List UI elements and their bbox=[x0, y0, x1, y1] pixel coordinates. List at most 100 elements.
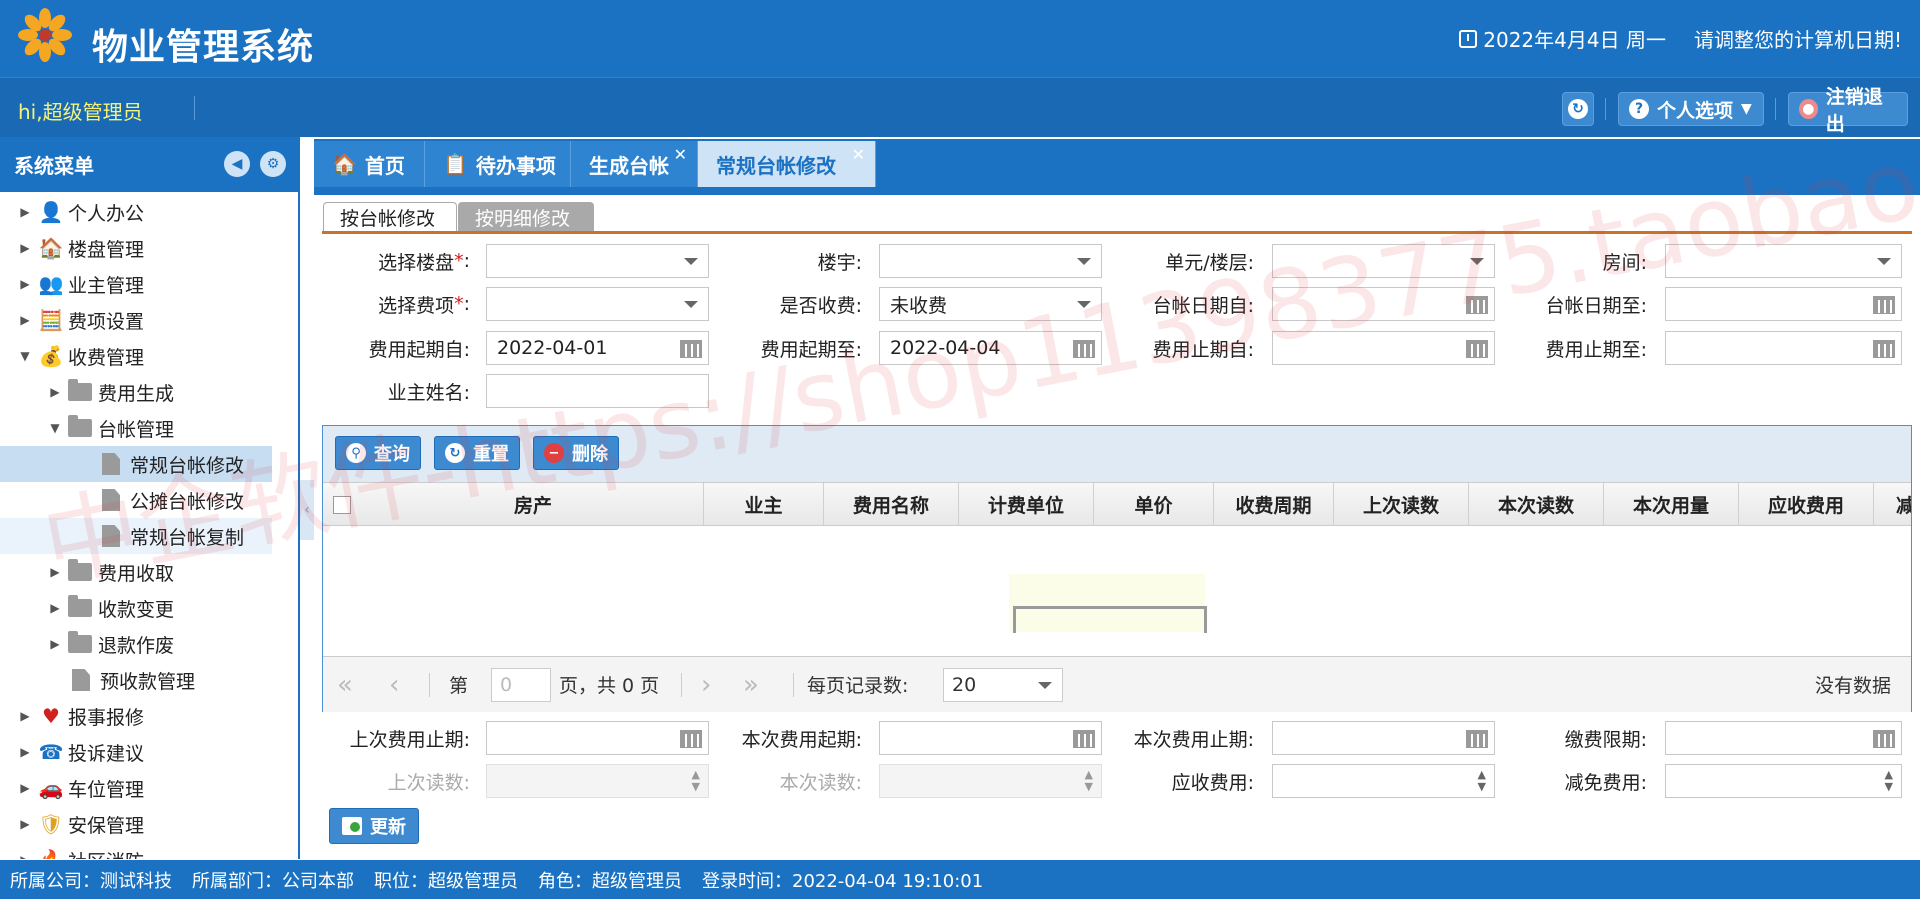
menu-item-shared-ledger-edit[interactable]: 公摊台帐修改 bbox=[0, 482, 298, 518]
expand-arrow-icon[interactable]: ▶ bbox=[18, 781, 32, 795]
logout-button[interactable]: ● 注销退出 bbox=[1788, 86, 1908, 135]
expand-arrow-icon[interactable]: ▶ bbox=[48, 565, 62, 579]
calendar-icon[interactable] bbox=[1873, 730, 1895, 748]
subtab-by-ledger[interactable]: 按台帐修改 bbox=[323, 202, 457, 232]
fee-start-from-input[interactable]: 2022-04-01 bbox=[486, 331, 709, 365]
menu-item-personal-office[interactable]: ▶ 👤 个人办公 bbox=[0, 194, 298, 230]
menu-item-ledger-management[interactable]: ▼ 台帐管理 bbox=[0, 410, 298, 446]
expand-arrow-icon[interactable]: ▶ bbox=[18, 817, 32, 831]
tab-generate-ledger[interactable]: 生成台帐 ✕ bbox=[571, 141, 698, 187]
tab-todo[interactable]: 📋 待办事项 bbox=[425, 141, 571, 187]
gear-icon[interactable]: ⚙ bbox=[260, 151, 286, 177]
column-header-price[interactable]: 单价 bbox=[1094, 483, 1214, 525]
per-page-select[interactable]: 20 bbox=[943, 668, 1063, 702]
menu-item-fire[interactable]: ▶ 🔥 社区消防 bbox=[0, 842, 298, 859]
query-button[interactable]: ⚲ 查询 bbox=[335, 436, 421, 470]
fee-item-select[interactable] bbox=[486, 287, 709, 321]
spinner-icon[interactable]: ▲ ▼ bbox=[1478, 769, 1486, 793]
collapse-arrow-icon[interactable]: ▼ bbox=[48, 421, 62, 435]
select-all-checkbox[interactable] bbox=[333, 496, 351, 514]
expand-arrow-icon[interactable]: ▶ bbox=[48, 385, 62, 399]
menu-item-fee-settings[interactable]: ▶ 🧮 费项设置 bbox=[0, 302, 298, 338]
sidebar-collapse-handle[interactable]: ‹ bbox=[300, 480, 314, 540]
spinner-icon[interactable]: ▲ ▼ bbox=[1885, 769, 1893, 793]
menu-item-refund-void[interactable]: ▶ 退款作废 bbox=[0, 626, 298, 662]
tab-home[interactable]: 🏠 首页 bbox=[314, 141, 425, 187]
this-fee-start-input[interactable] bbox=[879, 721, 1102, 755]
owner-name-input[interactable] bbox=[486, 374, 709, 408]
ledger-date-to-input[interactable] bbox=[1665, 287, 1902, 321]
column-header-owner[interactable]: 业主 bbox=[704, 483, 824, 525]
menu-item-fee-collect[interactable]: ▶ 费用收取 bbox=[0, 554, 298, 590]
last-page-icon[interactable]: » bbox=[743, 670, 759, 700]
calendar-icon[interactable] bbox=[1466, 730, 1488, 748]
menu-item-regular-ledger-copy[interactable]: 常规台帐复制 bbox=[0, 518, 272, 554]
column-header-last-reading[interactable]: 上次读数 bbox=[1334, 483, 1469, 525]
calendar-icon[interactable] bbox=[1466, 296, 1488, 314]
fee-start-to-input[interactable]: 2022-04-04 bbox=[879, 331, 1102, 365]
calendar-icon[interactable] bbox=[1073, 340, 1095, 358]
column-header-usage[interactable]: 本次用量 bbox=[1604, 483, 1739, 525]
personal-options-button[interactable]: ? 个人选项 ▼ bbox=[1618, 92, 1764, 126]
calendar-icon[interactable] bbox=[1466, 340, 1488, 358]
calendar-icon[interactable] bbox=[680, 730, 702, 748]
collapse-left-icon[interactable]: ◀ bbox=[224, 151, 250, 177]
expand-arrow-icon[interactable]: ▶ bbox=[18, 853, 32, 859]
ledger-date-from-input[interactable] bbox=[1272, 287, 1495, 321]
column-header-this-reading[interactable]: 本次读数 bbox=[1469, 483, 1604, 525]
estate-select[interactable] bbox=[486, 244, 709, 278]
unit-floor-select[interactable] bbox=[1272, 244, 1495, 278]
menu-item-repair[interactable]: ▶ ♥ 报事报修 bbox=[0, 698, 298, 734]
menu-item-regular-ledger-edit[interactable]: 常规台帐修改 bbox=[0, 446, 272, 482]
menu-item-estate[interactable]: ▶ 🏠 楼盘管理 bbox=[0, 230, 298, 266]
last-fee-end-input[interactable] bbox=[486, 721, 709, 755]
collapse-arrow-icon[interactable]: ▼ bbox=[18, 349, 32, 363]
receivable-input[interactable]: ▲ ▼ bbox=[1272, 764, 1495, 798]
expand-arrow-icon[interactable]: ▶ bbox=[18, 709, 32, 723]
fee-end-to-input[interactable] bbox=[1665, 331, 1902, 365]
subtab-by-detail[interactable]: 按明细修改 bbox=[458, 202, 594, 232]
expand-arrow-icon[interactable]: ▶ bbox=[18, 205, 32, 219]
reset-button[interactable]: ↻ 重置 bbox=[434, 436, 520, 470]
calendar-icon[interactable] bbox=[1073, 730, 1095, 748]
tab-regular-ledger-edit[interactable]: 常规台帐修改 ✕ bbox=[698, 141, 876, 187]
close-icon[interactable]: ✕ bbox=[674, 145, 687, 164]
column-header-cycle[interactable]: 收费周期 bbox=[1214, 483, 1334, 525]
is-charged-select[interactable]: 未收费 bbox=[879, 287, 1102, 321]
column-header-property[interactable]: 房产 bbox=[363, 483, 704, 525]
menu-item-prepayment[interactable]: 预收款管理 bbox=[0, 662, 298, 698]
menu-item-security[interactable]: ▶ 🛡 安保管理 bbox=[0, 806, 298, 842]
first-page-icon[interactable]: « bbox=[337, 670, 353, 700]
building-select[interactable] bbox=[879, 244, 1102, 278]
menu-item-payment-change[interactable]: ▶ 收款变更 bbox=[0, 590, 298, 626]
expand-arrow-icon[interactable]: ▶ bbox=[48, 601, 62, 615]
menu-item-owner[interactable]: ▶ 👥 业主管理 bbox=[0, 266, 298, 302]
column-header-unit[interactable]: 计费单位 bbox=[959, 483, 1094, 525]
room-select[interactable] bbox=[1665, 244, 1902, 278]
menu-item-charge-management[interactable]: ▼ 💰 收费管理 bbox=[0, 338, 298, 374]
expand-arrow-icon[interactable]: ▶ bbox=[48, 637, 62, 651]
calendar-icon[interactable] bbox=[1873, 340, 1895, 358]
this-fee-end-input[interactable] bbox=[1272, 721, 1495, 755]
update-button[interactable]: 更新 bbox=[329, 808, 419, 844]
fee-end-from-input[interactable] bbox=[1272, 331, 1495, 365]
page-number-input[interactable]: 0 bbox=[491, 668, 551, 702]
expand-arrow-icon[interactable]: ▶ bbox=[18, 241, 32, 255]
menu-item-fee-generate[interactable]: ▶ 费用生成 bbox=[0, 374, 298, 410]
expand-arrow-icon[interactable]: ▶ bbox=[18, 745, 32, 759]
expand-arrow-icon[interactable]: ▶ bbox=[18, 313, 32, 327]
prev-page-icon[interactable]: ‹ bbox=[389, 670, 399, 700]
close-icon[interactable]: ✕ bbox=[852, 145, 865, 164]
next-page-icon[interactable]: › bbox=[701, 670, 711, 700]
column-header-receivable[interactable]: 应收费用 bbox=[1739, 483, 1874, 525]
column-header-fee-name[interactable]: 费用名称 bbox=[824, 483, 959, 525]
menu-item-parking[interactable]: ▶ 🚗 车位管理 bbox=[0, 770, 298, 806]
delete-button[interactable]: − 删除 bbox=[533, 436, 619, 470]
calendar-icon[interactable] bbox=[1873, 296, 1895, 314]
pay-deadline-input[interactable] bbox=[1665, 721, 1902, 755]
menu-item-complaint[interactable]: ▶ ☎ 投诉建议 bbox=[0, 734, 298, 770]
column-header-reduction[interactable]: 减 bbox=[1874, 483, 1911, 525]
reduction-input[interactable]: ▲ ▼ bbox=[1665, 764, 1902, 798]
refresh-button[interactable]: ↻ bbox=[1562, 92, 1594, 126]
expand-arrow-icon[interactable]: ▶ bbox=[18, 277, 32, 291]
